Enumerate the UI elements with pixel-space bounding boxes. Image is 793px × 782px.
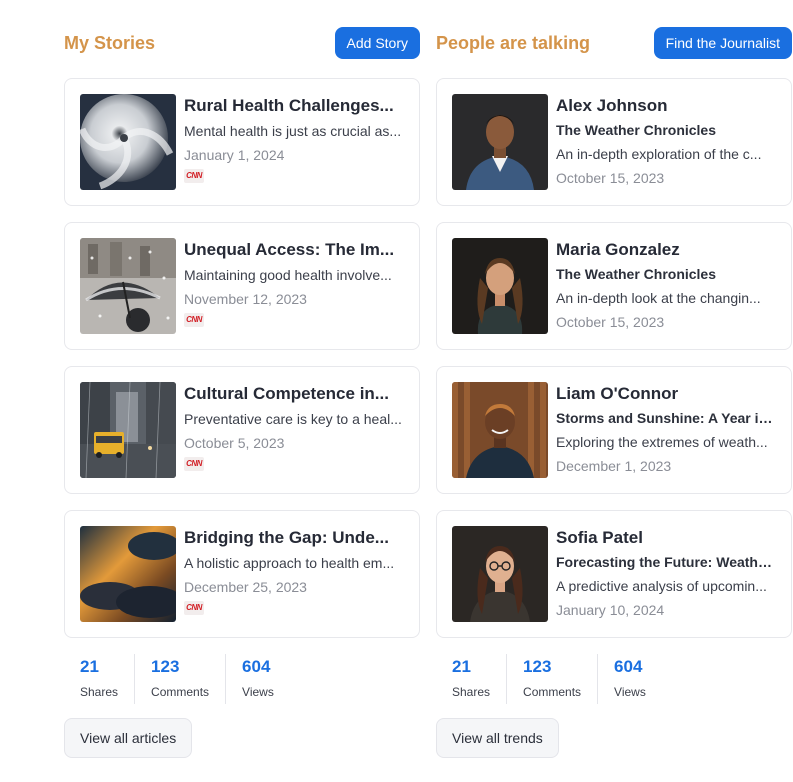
story-card[interactable]: Rural Health Challenges... Mental health… [64,78,420,206]
story-card-body: Bridging the Gap: Unde... A holistic app… [184,527,405,615]
journalist-description: Exploring the extremes of weath... [556,434,768,450]
story-thumbnail-snow-umbrella [80,238,176,334]
story-date: December 25, 2023 [184,579,307,595]
story-thumbnail-rainy-street [80,382,176,478]
story-description: A holistic approach to health em... [184,555,395,571]
stat-value: 604 [242,657,271,676]
stat-shares: 21 Shares [436,654,506,704]
stat-label: Views [242,685,274,699]
journalist-avatar [452,94,548,190]
journalist-date: December 1, 2023 [556,458,672,474]
story-description: Preventative care is key to a heal... [184,411,402,427]
journalist-name[interactable]: Alex Johnson [556,95,777,117]
stat-label: Shares [80,685,119,699]
my-stories-header: My Stories Add Story [64,0,420,86]
story-title[interactable]: Rural Health Challenges... [184,95,405,117]
journalist-date: January 10, 2024 [556,602,665,618]
journalist-card-body: Liam O'Connor Storms and Sunshine: A Yea… [556,383,777,476]
stat-views: 604 Views [597,654,662,704]
journalist-name[interactable]: Sofia Patel [556,527,777,549]
journalist-publication: The Weather Chronicles [556,266,717,282]
people-talking-stats: 21 Shares 123 Comments 604 Views [436,654,662,704]
journalist-description: A predictive analysis of upcomin... [556,578,767,594]
my-stories-section: My Stories Add Story Rural Health Challe… [64,0,420,758]
story-card-body: Cultural Competence in... Preventative c… [184,383,405,471]
view-all-trends-button[interactable]: View all trends [436,718,559,758]
people-talking-title: People are talking [436,33,591,53]
story-title[interactable]: Cultural Competence in... [184,383,405,405]
stat-shares: 21 Shares [64,654,134,704]
journalist-card[interactable]: Liam O'Connor Storms and Sunshine: A Yea… [436,366,792,494]
view-all-articles-button[interactable]: View all articles [64,718,193,758]
journalist-card[interactable]: Maria Gonzalez The Weather Chronicles An… [436,222,792,350]
stat-label: Views [614,685,646,699]
my-stories-stats: 21 Shares 123 Comments 604 Views [64,654,290,704]
people-talking-header: People are talking Find the Journalist [436,0,792,86]
stat-comments: 123 Comments [506,654,597,704]
journalist-description: An in-depth exploration of the c... [556,146,762,162]
cnn-logo-icon: CNN [184,169,204,183]
story-thumbnail-storm-clouds [80,526,176,622]
journalist-card[interactable]: Alex Johnson The Weather Chronicles An i… [436,78,792,206]
story-date: January 1, 2024 [184,147,285,163]
stat-label: Comments [151,685,210,699]
journalist-card-body: Maria Gonzalez The Weather Chronicles An… [556,239,777,332]
journalist-publication: Storms and Sunshine: A Year in... [556,410,777,426]
journalist-description: An in-depth look at the changin... [556,290,761,306]
stat-label: Comments [523,685,582,699]
journalist-card[interactable]: Sofia Patel Forecasting the Future: Weat… [436,510,792,638]
people-talking-section: People are talking Find the Journalist A… [436,0,792,758]
journalist-avatar [452,238,548,334]
story-card-body: Unequal Access: The Im... Maintaining go… [184,239,405,327]
journalist-card-body: Alex Johnson The Weather Chronicles An i… [556,95,777,188]
journalist-date: October 15, 2023 [556,314,665,330]
story-description: Maintaining good health involve... [184,267,392,283]
journalist-avatar [452,526,548,622]
cnn-logo-icon: CNN [184,601,204,615]
story-card[interactable]: Bridging the Gap: Unde... A holistic app… [64,510,420,638]
find-journalist-button[interactable]: Find the Journalist [653,27,792,59]
journalist-publication: The Weather Chronicles [556,122,717,138]
stat-value: 123 [523,657,552,676]
story-title[interactable]: Unequal Access: The Im... [184,239,405,261]
stat-value: 21 [80,657,99,676]
stat-views: 604 Views [225,654,290,704]
story-card[interactable]: Unequal Access: The Im... Maintaining go… [64,222,420,350]
story-description: Mental health is just as crucial as... [184,123,402,139]
cnn-logo-icon: CNN [184,457,204,471]
my-stories-title: My Stories [64,33,156,53]
journalist-name[interactable]: Maria Gonzalez [556,239,777,261]
add-story-button[interactable]: Add Story [334,27,420,59]
story-title[interactable]: Bridging the Gap: Unde... [184,527,405,549]
journalist-avatar [452,382,548,478]
cnn-logo-icon: CNN [184,313,204,327]
journalist-date: October 15, 2023 [556,170,665,186]
journalist-name[interactable]: Liam O'Connor [556,383,777,405]
journalist-publication: Forecasting the Future: Weather... [556,554,777,570]
story-card[interactable]: Cultural Competence in... Preventative c… [64,366,420,494]
stat-comments: 123 Comments [134,654,225,704]
stat-value: 21 [452,657,471,676]
stat-value: 123 [151,657,180,676]
story-thumbnail-hurricane [80,94,176,190]
stat-label: Shares [452,685,491,699]
journalist-card-body: Sofia Patel Forecasting the Future: Weat… [556,527,777,620]
story-card-body: Rural Health Challenges... Mental health… [184,95,405,183]
stat-value: 604 [614,657,643,676]
story-date: November 12, 2023 [184,291,307,307]
story-date: October 5, 2023 [184,435,285,451]
